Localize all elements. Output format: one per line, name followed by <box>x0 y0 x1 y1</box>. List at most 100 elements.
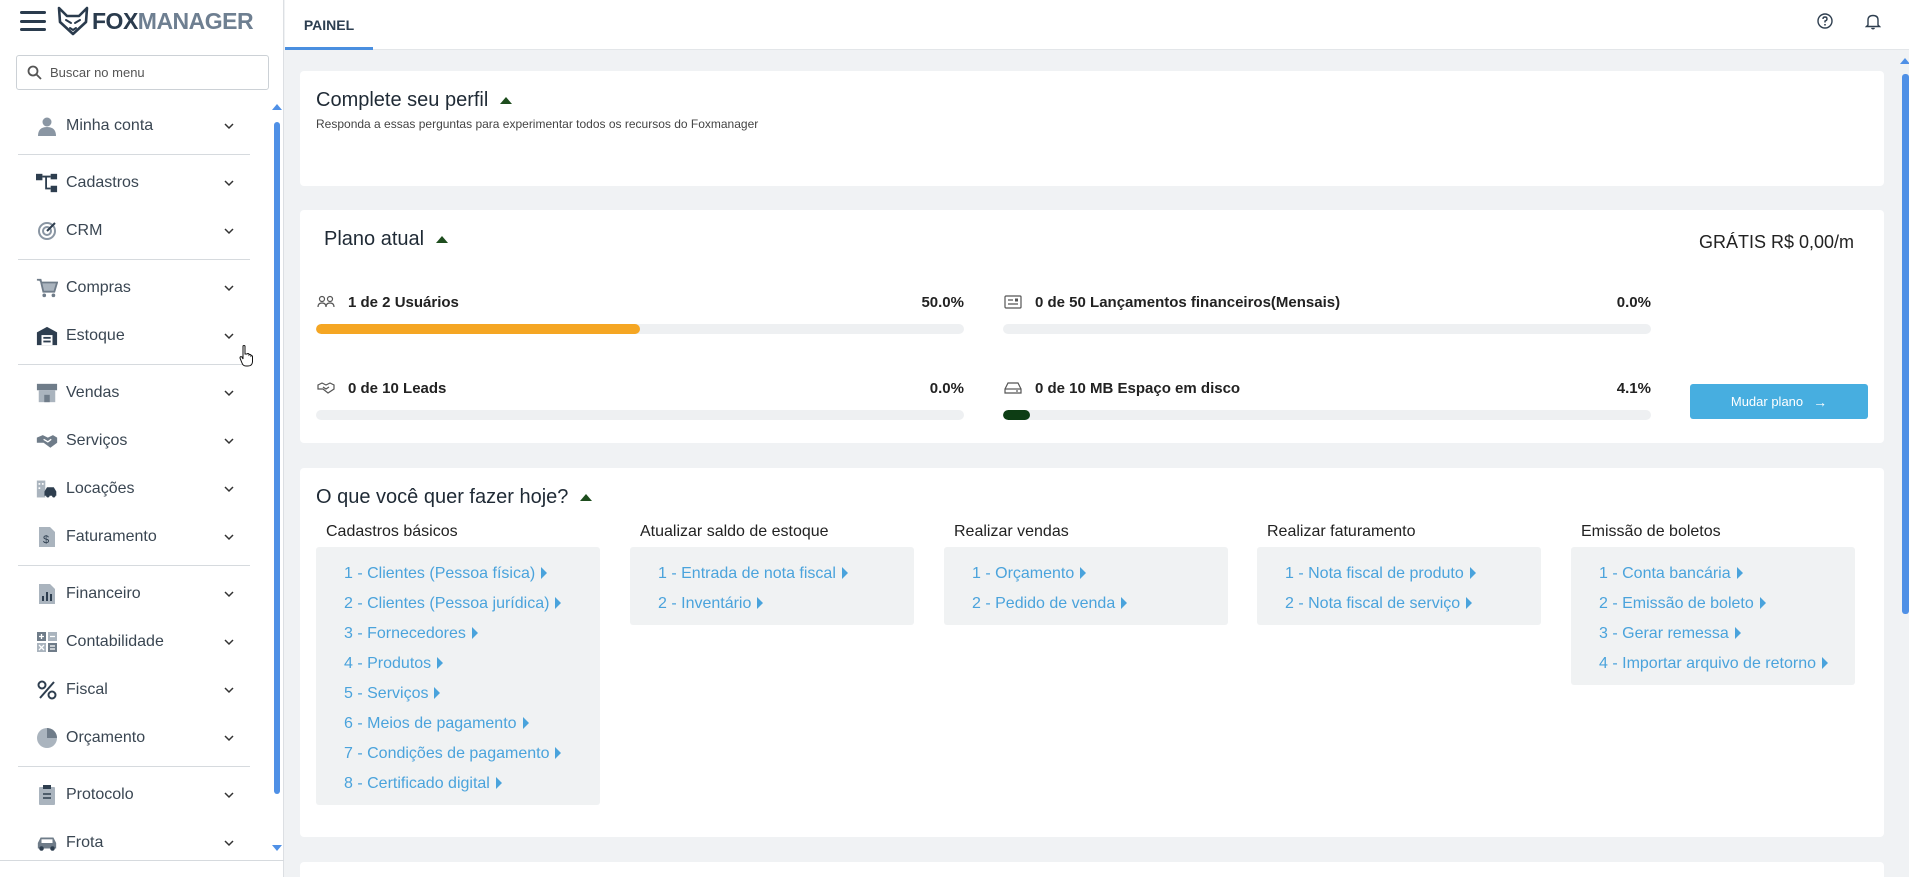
todo-column: Atualizar saldo de estoque 1 - Entrada de… <box>630 523 914 625</box>
sidebar-item-financeiro[interactable]: Financeiro <box>18 570 250 618</box>
todo-link-text: 3 - Gerar remessa <box>1599 625 1729 642</box>
usage-progress-track <box>1003 324 1651 334</box>
sidebar-item-label: Protocolo <box>66 786 134 803</box>
plan-card-title[interactable]: Plano atual <box>324 228 449 251</box>
foxmanager-logo[interactable]: FOXMANAGER <box>56 6 254 36</box>
todo-link[interactable]: 1 - Entrada de nota fiscal <box>658 559 898 589</box>
mouse-cursor-hand-icon <box>239 345 253 367</box>
todo-title-text: O que você quer fazer hoje? <box>316 486 569 508</box>
caret-right-icon <box>1759 597 1766 609</box>
todo-link[interactable]: 1 - Clientes (Pessoa física) <box>344 559 584 589</box>
sidebar-item-label: Vendas <box>66 384 120 401</box>
todo-link[interactable]: 3 - Fornecedores <box>344 619 584 649</box>
todo-card-title[interactable]: O que você quer fazer hoje? <box>316 486 593 509</box>
todo-link[interactable]: 6 - Meios de pagamento <box>344 709 584 739</box>
todo-link[interactable]: 2 - Clientes (Pessoa jurídica) <box>344 589 584 619</box>
next-card <box>300 862 1884 877</box>
sidebar-scroll-up-arrow[interactable] <box>272 104 282 110</box>
caret-right-icon <box>1736 567 1743 579</box>
chevron-down-icon <box>224 180 234 187</box>
todo-link-text: 4 - Importar arquivo de retorno <box>1599 655 1816 672</box>
todo-link[interactable]: 8 - Certificado digital <box>344 769 584 799</box>
sidebar-item-servicos[interactable]: Serviços <box>18 417 250 465</box>
usage-percent: 4.1% <box>1616 379 1651 397</box>
caret-right-icon <box>1466 597 1473 609</box>
sidebar-item-label: Financeiro <box>66 585 141 602</box>
todo-link-box: 1 - Entrada de nota fiscal 2 - Inventário <box>630 547 914 625</box>
todo-link[interactable]: 4 - Importar arquivo de retorno <box>1599 649 1839 679</box>
todo-link[interactable]: 1 - Orçamento <box>972 559 1212 589</box>
todo-link[interactable]: 5 - Serviços <box>344 679 584 709</box>
sidebar-item-vendas[interactable]: Vendas <box>18 369 250 417</box>
todo-link-box: 1 - Conta bancária 2 - Emissão de boleto 3… <box>1571 547 1855 685</box>
sidebar-item-fiscal[interactable]: Fiscal <box>18 666 250 714</box>
chevron-down-icon <box>224 534 234 541</box>
sidebar-item-orcamento[interactable]: Orçamento <box>18 714 250 762</box>
bell-icon[interactable] <box>1863 11 1883 31</box>
profile-card: Complete seu perfil Responda a essas per… <box>300 71 1884 186</box>
todo-link-text: 4 - Produtos <box>344 655 432 672</box>
invoice-icon: $ <box>36 526 58 548</box>
sidebar-item-protocolo[interactable]: Protocolo <box>18 771 250 819</box>
sidebar-item-cadastros[interactable]: Cadastros <box>18 159 250 207</box>
chevron-down-icon <box>224 438 234 445</box>
cart-icon <box>36 277 58 299</box>
todo-link[interactable]: 2 - Pedido de venda <box>972 589 1212 619</box>
main-scroll-up-arrow[interactable] <box>1900 58 1909 64</box>
usage-percent: 50.0% <box>921 293 964 311</box>
top-bar: PAINEL <box>285 0 1909 50</box>
todo-link[interactable]: 4 - Produtos <box>344 649 584 679</box>
main-scrollbar[interactable] <box>1902 74 1909 614</box>
sidebar-item-locacoes[interactable]: Locações <box>18 465 250 513</box>
chevron-down-icon <box>224 228 234 235</box>
sidebar-item-minha-conta[interactable]: Minha conta <box>18 102 250 150</box>
todo-link-box: 1 - Orçamento 2 - Pedido de venda <box>944 547 1228 625</box>
handshake-icon <box>316 379 336 397</box>
collapse-caret-icon[interactable] <box>500 97 513 104</box>
sidebar-header: FOXMANAGER <box>0 0 283 42</box>
profile-card-title[interactable]: Complete seu perfil <box>316 89 513 112</box>
sidebar-item-estoque[interactable]: Estoque <box>18 312 250 360</box>
usage-users: 1 de 2 Usuários 50.0% <box>316 290 964 340</box>
hamburger-menu-icon[interactable] <box>20 11 46 31</box>
menu-search-input[interactable] <box>50 65 250 80</box>
search-icon <box>27 65 42 80</box>
menu-divider <box>18 154 250 155</box>
calculator-icon <box>36 631 58 653</box>
todo-link[interactable]: 7 - Condições de pagamento <box>344 739 584 769</box>
collapse-caret-icon[interactable] <box>580 494 593 501</box>
sidebar-item-contabilidade[interactable]: Contabilidade <box>18 618 250 666</box>
menu-search-field[interactable] <box>16 55 269 90</box>
chevron-down-icon <box>224 687 234 694</box>
todo-link[interactable]: 2 - Inventário <box>658 589 898 619</box>
logo-manager-word: MANAGER <box>137 7 254 34</box>
sidebar-item-label: Fiscal <box>66 681 108 698</box>
change-plan-button[interactable]: Mudar plano → <box>1690 384 1868 419</box>
sidebar-item-label: CRM <box>66 222 103 239</box>
todo-link-text: 8 - Certificado digital <box>344 775 490 792</box>
tab-painel[interactable]: PAINEL <box>285 0 373 50</box>
todo-link[interactable]: 2 - Nota fiscal de serviço <box>1285 589 1525 619</box>
todo-link-text: 5 - Serviços <box>344 685 429 702</box>
todo-link[interactable]: 2 - Emissão de boleto <box>1599 589 1839 619</box>
sidebar-item-compras[interactable]: Compras <box>18 264 250 312</box>
sidebar-item-crm[interactable]: CRM <box>18 207 250 255</box>
sidebar-scroll-down-arrow[interactable] <box>272 845 282 851</box>
todo-link[interactable]: 1 - Nota fiscal de produto <box>1285 559 1525 589</box>
todo-column-heading: Cadastros básicos <box>326 523 458 540</box>
usage-label: 0 de 10 Leads <box>348 379 447 397</box>
todo-link[interactable]: 1 - Conta bancária <box>1599 559 1839 589</box>
sidebar-item-label: Minha conta <box>66 117 154 134</box>
percent-icon <box>36 679 58 701</box>
todo-link[interactable]: 3 - Gerar remessa <box>1599 619 1839 649</box>
collapse-caret-icon[interactable] <box>436 236 449 243</box>
todo-link-text: 2 - Pedido de venda <box>972 595 1116 612</box>
chevron-down-icon <box>224 591 234 598</box>
sidebar-scrollbar[interactable] <box>274 122 280 794</box>
usage-progress-fill <box>1003 410 1030 420</box>
caret-right-icon <box>541 567 548 579</box>
sidebar-item-faturamento[interactable]: $ Faturamento <box>18 513 250 561</box>
clipboard-icon <box>36 784 58 806</box>
help-circle-icon[interactable] <box>1815 11 1835 31</box>
caret-right-icon <box>1734 627 1741 639</box>
